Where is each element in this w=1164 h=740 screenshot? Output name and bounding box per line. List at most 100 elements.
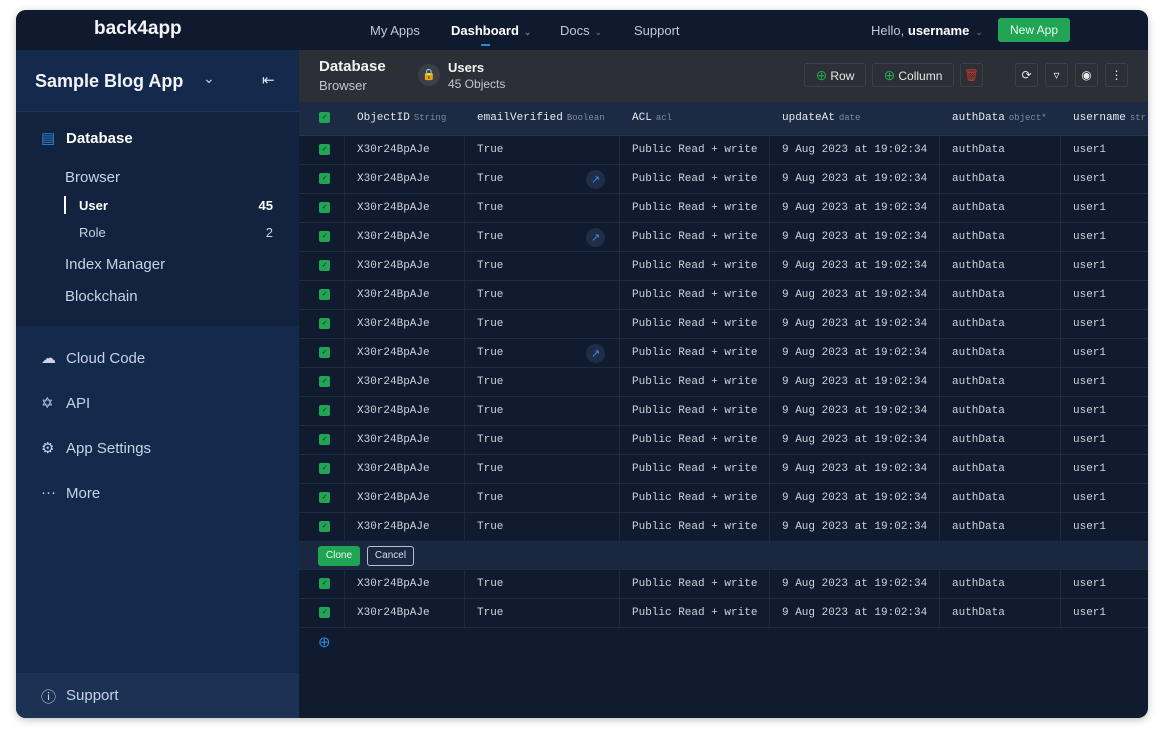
cell-auth[interactable]: authData xyxy=(940,513,1061,541)
cell-user[interactable]: user1 xyxy=(1061,599,1148,627)
cell-acl[interactable]: Public Read + write xyxy=(620,368,770,396)
add-row-button[interactable]: ⊕ Row xyxy=(804,63,866,87)
cell-user[interactable]: user1 xyxy=(1061,252,1148,280)
cell-acl[interactable]: Public Read + write xyxy=(620,426,770,454)
row-checkbox[interactable]: ✓ xyxy=(299,223,345,251)
table-row[interactable]: ✓ X30r24BpAJe True Public Read + write 9 Aug… xyxy=(299,339,1148,368)
cell-auth[interactable]: authData xyxy=(940,570,1061,598)
sidebar-item-more[interactable]: More xyxy=(66,485,100,502)
column-header[interactable]: updateAt date xyxy=(770,102,940,135)
cell-user[interactable]: user1 xyxy=(1061,281,1148,309)
select-all-checkbox[interactable]: ✓ xyxy=(299,102,345,135)
cell-verified[interactable]: True xyxy=(465,281,620,309)
table-row[interactable]: ✓ X30r24BpAJe True Public Read + write 9 Aug… xyxy=(299,281,1148,310)
nav-dashboard[interactable]: Dashboard ⌄ xyxy=(451,23,531,46)
refresh-icon[interactable]: ⟳ xyxy=(1015,63,1038,87)
cell-acl[interactable]: Public Read + write xyxy=(620,223,770,251)
row-checkbox[interactable]: ✓ xyxy=(299,455,345,483)
sidebar-item-cloud-code[interactable]: Cloud Code xyxy=(66,350,145,367)
cell-auth[interactable]: authData xyxy=(940,397,1061,425)
collapse-sidebar-icon[interactable]: ⇤ xyxy=(262,71,275,89)
cell-updated[interactable]: 9 Aug 2023 at 19:02:34 xyxy=(770,368,940,396)
cell-updated[interactable]: 9 Aug 2023 at 19:02:34 xyxy=(770,455,940,483)
add-column-button[interactable]: ⊕ Collumn xyxy=(872,63,954,87)
row-checkbox[interactable]: ✓ xyxy=(299,397,345,425)
nav-docs[interactable]: Docs ⌄ xyxy=(560,23,602,38)
cell-user[interactable]: user1 xyxy=(1061,136,1148,164)
cell-id[interactable]: X30r24BpAJe xyxy=(345,513,465,541)
cell-verified[interactable]: True xyxy=(465,252,620,280)
cell-id[interactable]: X30r24BpAJe xyxy=(345,339,465,367)
cell-updated[interactable]: 9 Aug 2023 at 19:02:34 xyxy=(770,310,940,338)
table-row[interactable]: ✓ X30r24BpAJe True Public Read + write 9 Aug… xyxy=(299,136,1148,165)
support-link[interactable]: ⓘ Support xyxy=(16,673,299,718)
cell-id[interactable]: X30r24BpAJe xyxy=(345,426,465,454)
sidebar-item-app-settings[interactable]: App Settings xyxy=(66,440,151,457)
nav-support[interactable]: Support xyxy=(634,23,680,38)
cell-acl[interactable]: Public Read + write xyxy=(620,570,770,598)
table-row[interactable]: ✓ X30r24BpAJe True Public Read + write 9 Aug… xyxy=(299,570,1148,599)
cell-auth[interactable]: authData xyxy=(940,310,1061,338)
arrow-up-right-icon[interactable]: ↗ xyxy=(586,228,605,247)
cell-id[interactable]: X30r24BpAJe xyxy=(345,165,465,193)
cell-verified[interactable]: True xyxy=(465,513,620,541)
cell-auth[interactable]: authData xyxy=(940,484,1061,512)
table-row[interactable]: ✓ X30r24BpAJe True Public Read + write 9 Aug… xyxy=(299,397,1148,426)
cell-id[interactable]: X30r24BpAJe xyxy=(345,194,465,222)
lock-icon[interactable]: 🔒 xyxy=(418,64,440,86)
cell-user[interactable]: user1 xyxy=(1061,165,1148,193)
cell-verified[interactable]: True xyxy=(465,599,620,627)
cell-acl[interactable]: Public Read + write xyxy=(620,599,770,627)
cell-user[interactable]: user1 xyxy=(1061,570,1148,598)
sidebar-item-browser[interactable]: Browser xyxy=(65,169,120,186)
row-checkbox[interactable]: ✓ xyxy=(299,165,345,193)
cell-updated[interactable]: 9 Aug 2023 at 19:02:34 xyxy=(770,599,940,627)
cell-auth[interactable]: authData xyxy=(940,599,1061,627)
cell-verified[interactable]: True xyxy=(465,484,620,512)
cell-id[interactable]: X30r24BpAJe xyxy=(345,310,465,338)
clone-button[interactable]: Clone xyxy=(318,546,360,566)
row-checkbox[interactable]: ✓ xyxy=(299,310,345,338)
cell-acl[interactable]: Public Read + write xyxy=(620,194,770,222)
table-row[interactable]: ✓ X30r24BpAJe True Public Read + write 9 Aug… xyxy=(299,194,1148,223)
cell-user[interactable]: user1 xyxy=(1061,310,1148,338)
cell-user[interactable]: user1 xyxy=(1061,426,1148,454)
cell-updated[interactable]: 9 Aug 2023 at 19:02:34 xyxy=(770,252,940,280)
cell-acl[interactable]: Public Read + write xyxy=(620,397,770,425)
cell-acl[interactable]: Public Read + write xyxy=(620,455,770,483)
cell-id[interactable]: X30r24BpAJe xyxy=(345,570,465,598)
cell-auth[interactable]: authData xyxy=(940,194,1061,222)
cell-id[interactable]: X30r24BpAJe xyxy=(345,281,465,309)
table-row[interactable]: ✓ X30r24BpAJe True Public Read + write 9 Aug… xyxy=(299,165,1148,194)
column-header[interactable]: emailVerified Boolean xyxy=(465,102,620,135)
cell-id[interactable]: X30r24BpAJe xyxy=(345,397,465,425)
column-header[interactable]: authData object* xyxy=(940,102,1061,135)
table-row[interactable]: ✓ X30r24BpAJe True Public Read + write 9 Aug… xyxy=(299,484,1148,513)
cell-verified[interactable]: True xyxy=(465,397,620,425)
row-checkbox[interactable]: ✓ xyxy=(299,194,345,222)
row-checkbox[interactable]: ✓ xyxy=(299,570,345,598)
row-checkbox[interactable]: ✓ xyxy=(299,368,345,396)
cell-acl[interactable]: Public Read + write xyxy=(620,513,770,541)
cell-id[interactable]: X30r24BpAJe xyxy=(345,455,465,483)
table-row[interactable]: ✓ X30r24BpAJe True Public Read + write 9 Aug… xyxy=(299,426,1148,455)
row-checkbox[interactable]: ✓ xyxy=(299,339,345,367)
cell-acl[interactable]: Public Read + write xyxy=(620,252,770,280)
cell-auth[interactable]: authData xyxy=(940,223,1061,251)
cell-id[interactable]: X30r24BpAJe xyxy=(345,484,465,512)
filter-icon[interactable]: ▿ xyxy=(1045,63,1068,87)
cell-id[interactable]: X30r24BpAJe xyxy=(345,368,465,396)
row-checkbox[interactable]: ✓ xyxy=(299,252,345,280)
cell-updated[interactable]: 9 Aug 2023 at 19:02:34 xyxy=(770,484,940,512)
cell-verified[interactable]: True xyxy=(465,194,620,222)
table-row[interactable]: ✓ X30r24BpAJe True Public Read + write 9 Aug… xyxy=(299,310,1148,339)
row-checkbox[interactable]: ✓ xyxy=(299,136,345,164)
column-header[interactable]: username str xyxy=(1061,102,1148,135)
sidebar-item-index-manager[interactable]: Index Manager xyxy=(65,256,165,273)
cell-acl[interactable]: Public Read + write xyxy=(620,310,770,338)
cell-acl[interactable]: Public Read + write xyxy=(620,281,770,309)
cell-user[interactable]: user1 xyxy=(1061,368,1148,396)
add-row-icon[interactable]: ⊕ xyxy=(318,633,331,651)
eye-icon[interactable]: ◉ xyxy=(1075,63,1098,87)
cell-updated[interactable]: 9 Aug 2023 at 19:02:34 xyxy=(770,194,940,222)
